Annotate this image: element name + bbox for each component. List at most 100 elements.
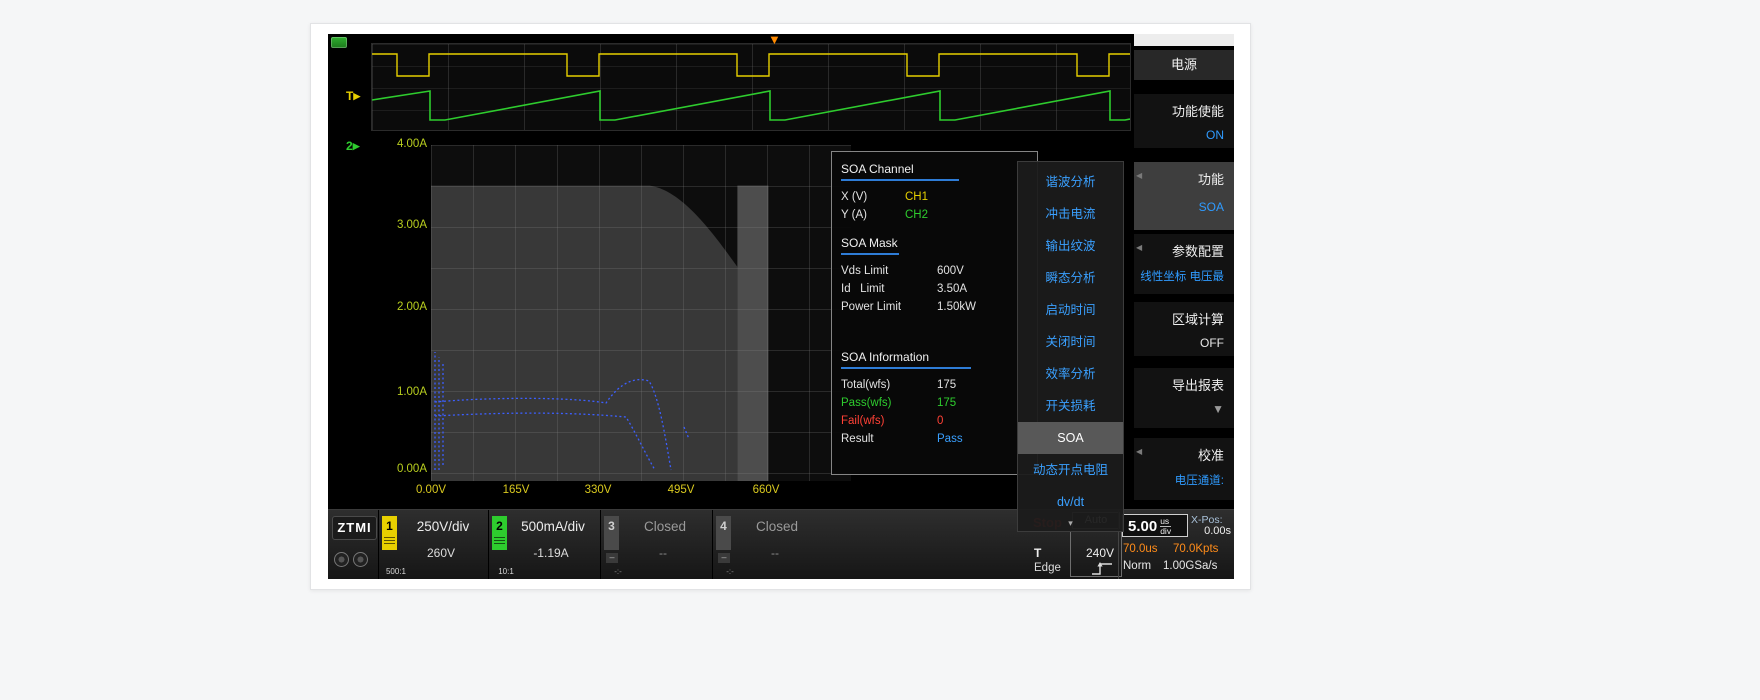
pass-wfs-label: Pass(wfs)	[841, 394, 937, 412]
probe-icon-1[interactable]	[334, 552, 349, 567]
menu-item-inrush-current[interactable]: 冲击电流	[1018, 198, 1123, 230]
function-label: 功能	[1134, 162, 1234, 188]
rising-edge-icon	[1090, 561, 1114, 576]
sidebar-title: 电源	[1134, 50, 1234, 80]
oscilloscope-screen: ▼ T▶ 2▶ 4.00A 3.00A 2.00A 1.00A 0.00A	[328, 34, 1234, 579]
channel-3-offset: --	[621, 546, 705, 560]
soa-trace	[431, 145, 851, 481]
channel-1-block[interactable]: 1 500:1 250V/div 260V	[378, 510, 488, 579]
ch2-arrow-icon: ▶	[353, 141, 360, 151]
total-wfs-value: 175	[937, 376, 956, 394]
total-wfs-row: Total(wfs) 175	[841, 376, 1028, 394]
menu-item-harmonics[interactable]: 谐波分析	[1018, 166, 1123, 198]
channel-4-block[interactable]: 4 – -:- Closed --	[712, 510, 824, 579]
vds-limit-row: Vds Limit 600V	[841, 262, 1028, 280]
menu-item-transient-analysis[interactable]: 瞬态分析	[1018, 262, 1123, 294]
channel-4-scale: Closed	[733, 519, 821, 534]
result-row: Result Pass	[841, 430, 1028, 448]
menu-item-dvdt[interactable]: dv/dt	[1018, 486, 1123, 518]
timebase-block: 5.00 us div X-Pos: 0.00s 70.0us 70.0Kpts…	[1118, 510, 1234, 579]
sidebar-item-function-enable[interactable]: 功能使能 ON	[1134, 94, 1234, 148]
soa-mask-underline	[841, 253, 899, 255]
soa-y-value: CH2	[905, 206, 928, 224]
area-calc-label: 区域计算	[1134, 302, 1234, 328]
x-tick-330v: 330V	[572, 484, 624, 496]
menu-scroll-down-icon[interactable]: ▾	[1018, 518, 1123, 531]
total-wfs-label: Total(wfs)	[841, 376, 937, 394]
sidebar-item-area-calc[interactable]: 区域计算 OFF	[1134, 302, 1234, 356]
parameter-arrow-icon: ◀	[1136, 243, 1142, 252]
page-background: ▼ T▶ 2▶ 4.00A 3.00A 2.00A 1.00A 0.00A	[0, 0, 1760, 700]
menu-item-dynamic-on-resistance[interactable]: 动态开点电阻	[1018, 454, 1123, 486]
channel-4-probe: -:-	[713, 567, 747, 576]
trigger-level-value[interactable]: 240V	[1074, 546, 1118, 560]
menu-item-switching-loss[interactable]: 开关损耗	[1018, 390, 1123, 422]
trigger-position-icon[interactable]: ▼	[768, 34, 781, 46]
screenshot-card: ▼ T▶ 2▶ 4.00A 3.00A 2.00A 1.00A 0.00A	[310, 23, 1251, 590]
parameter-config-value: 线性坐标 电压最	[1134, 260, 1234, 284]
acquisition-mode[interactable]: Norm	[1123, 560, 1151, 572]
channel-1-badge[interactable]: 1	[382, 516, 397, 550]
calibration-arrow-icon: ◀	[1136, 447, 1142, 456]
function-enable-value: ON	[1134, 120, 1234, 142]
id-limit-value: 3.50A	[937, 280, 967, 298]
soa-channel-underline	[841, 179, 959, 181]
function-value: SOA	[1134, 188, 1234, 214]
sidebar-menu: 电源 功能使能 ON ◀ 功能 SOA ◀ 参数配置 线性坐标 电压最 区域计算	[1134, 34, 1234, 509]
channel-3-probe: -:-	[601, 567, 635, 576]
channel-2-block[interactable]: 2 10:1 500mA/div -1.19A	[488, 510, 600, 579]
vendor-logo-icon	[331, 37, 347, 48]
calibration-value: 电压通道:	[1134, 464, 1234, 488]
probe-icon-2[interactable]	[353, 552, 368, 567]
pass-wfs-row: Pass(wfs) 175	[841, 394, 1028, 412]
xpos-value[interactable]: 0.00s	[1189, 525, 1231, 537]
y-tick-4a: 4.00A	[385, 138, 427, 150]
menu-item-efficiency[interactable]: 效率分析	[1018, 358, 1123, 390]
timebase-unit: us div	[1160, 515, 1171, 536]
vds-limit-label: Vds Limit	[841, 262, 937, 280]
channel-1-probe: 500:1	[379, 567, 413, 576]
channel-1-number: 1	[382, 516, 397, 536]
channel-3-scale: Closed	[621, 519, 709, 534]
channel-3-block[interactable]: 3 – -:- Closed --	[600, 510, 712, 579]
channel-4-badge[interactable]: 4	[716, 516, 731, 550]
channel-3-coupling: –	[606, 553, 618, 563]
sidebar-item-export-report[interactable]: 导出报表 ▼	[1134, 368, 1234, 428]
result-label: Result	[841, 430, 937, 448]
x-tick-0v: 0.00V	[405, 484, 457, 496]
channel-1-scale: 250V/div	[399, 519, 487, 534]
menu-item-shutdown-time[interactable]: 关闭时间	[1018, 326, 1123, 358]
power-limit-row: Power Limit 1.50kW	[841, 298, 1028, 316]
sidebar-item-parameter-config[interactable]: ◀ 参数配置 线性坐标 电压最	[1134, 234, 1234, 294]
trigger-type-label[interactable]: Edge	[1034, 562, 1061, 574]
channel-2-probe: 10:1	[489, 567, 523, 576]
channel-3-badge[interactable]: 3	[604, 516, 619, 550]
x-tick-660v: 660V	[740, 484, 792, 496]
soa-x-value: CH1	[905, 188, 928, 206]
soa-information-underline	[841, 367, 971, 369]
channel-2-badge[interactable]: 2	[492, 516, 507, 550]
result-value: Pass	[937, 430, 963, 448]
menu-item-startup-time[interactable]: 启动时间	[1018, 294, 1123, 326]
menu-item-soa[interactable]: SOA	[1018, 422, 1123, 454]
sidebar-item-calibration[interactable]: ◀ 校准 电压通道:	[1134, 438, 1234, 500]
trigger-level-marker[interactable]: T▶	[346, 89, 360, 103]
soa-channel-title: SOA Channel	[841, 162, 1028, 176]
record-length: 70.0Kpts	[1173, 543, 1218, 555]
timebase-unit-bottom: div	[1160, 527, 1171, 536]
menu-item-output-ripple[interactable]: 输出纹波	[1018, 230, 1123, 262]
soa-mask-title: SOA Mask	[841, 236, 1028, 250]
soa-info-panel: SOA Channel X (V) CH1 Y (A) CH2 SOA Mask…	[831, 151, 1038, 475]
sidebar-top-strip	[1134, 34, 1234, 46]
power-limit-label: Power Limit	[841, 298, 937, 316]
soa-y-row: Y (A) CH2	[841, 206, 1028, 224]
soa-x-row: X (V) CH1	[841, 188, 1028, 206]
channel-4-offset: --	[733, 546, 817, 560]
ch2-ground-marker[interactable]: 2▶	[346, 139, 360, 153]
timebase-scale: 5.00	[1123, 515, 1160, 536]
timebase-scale-box[interactable]: 5.00 us div	[1122, 514, 1188, 537]
power-analysis-dropdown: 谐波分析 冲击电流 输出纹波 瞬态分析 启动时间 关闭时间 效率分析 开关损耗 …	[1017, 161, 1124, 532]
channel-2-number: 2	[492, 516, 507, 536]
y-tick-3a: 3.00A	[385, 219, 427, 231]
sidebar-item-function[interactable]: ◀ 功能 SOA	[1134, 162, 1234, 230]
